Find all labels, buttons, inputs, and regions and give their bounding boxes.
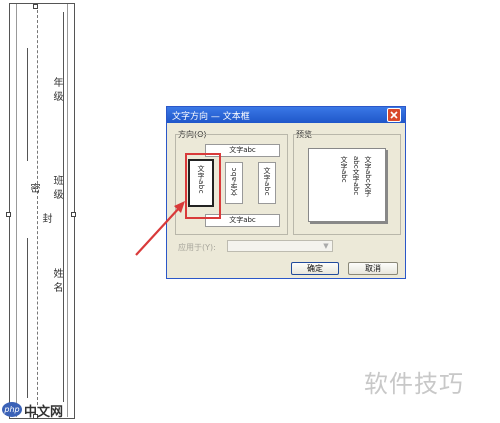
php-logo-icon: php (2, 402, 22, 417)
option-text: 文字abc (230, 167, 238, 197)
field-underline-right (63, 12, 64, 402)
binding-char-feng: 封 (40, 213, 51, 224)
binding-dash-line (37, 10, 38, 405)
dialog-titlebar[interactable]: 文字方向 — 文本框 (167, 107, 405, 123)
watermark-site: 中文网 (24, 405, 64, 420)
direction-option-vertical-rotated[interactable]: 文字abc (225, 162, 243, 204)
page-margin-lines (16, 4, 68, 417)
preview-line-2: abc文字abc (352, 156, 360, 196)
preview-line-1: 文字abc文字 (364, 156, 372, 197)
ok-button[interactable]: 确定 (291, 262, 339, 275)
binding-char-mi: 密 (28, 183, 39, 194)
close-button[interactable] (387, 108, 401, 122)
option-text: 文字abc (263, 167, 271, 197)
resize-handle-top[interactable] (33, 4, 38, 9)
watermark-text: 软件技巧 (364, 370, 464, 398)
binding-line-left-lower (27, 238, 28, 398)
preview-line-3: 文字abc (340, 156, 348, 183)
resize-handle-right[interactable] (71, 212, 76, 217)
cancel-button[interactable]: 取消 (348, 262, 398, 275)
field-name-label: 姓名 (51, 268, 62, 296)
direction-option-vertical-right[interactable]: 文字abc (258, 162, 276, 204)
resize-handle-left[interactable] (6, 212, 11, 217)
dialog-title: 文字方向 — 文本框 (172, 112, 250, 122)
apply-to-select[interactable]: ▼ (227, 240, 333, 252)
binding-line-left (27, 48, 28, 161)
preview-paper: 文字abc文字 abc文字abc 文字abc (308, 148, 386, 222)
annotation-arrow-icon (135, 201, 185, 256)
selection-highlight-box (185, 153, 221, 219)
field-grade-label: 年级 (51, 77, 62, 105)
field-class-label: 班级 (51, 175, 62, 203)
chevron-down-icon[interactable]: ▼ (320, 241, 332, 251)
close-icon (390, 111, 398, 119)
